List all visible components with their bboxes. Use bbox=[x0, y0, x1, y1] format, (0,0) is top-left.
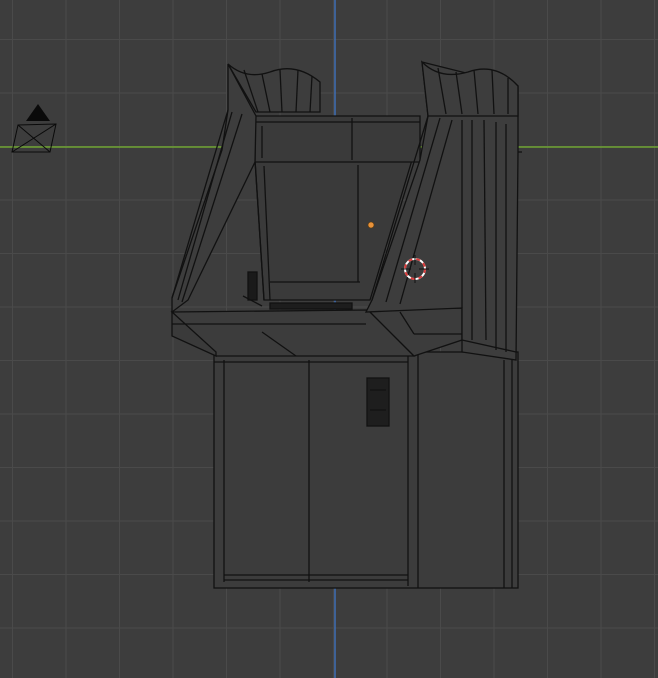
3d-viewport[interactable] bbox=[0, 0, 658, 678]
camera-icon[interactable] bbox=[11, 104, 57, 153]
arcade-cabinet-mesh[interactable] bbox=[170, 60, 522, 589]
viewport-scene bbox=[0, 0, 658, 678]
origin-dot-icon[interactable] bbox=[367, 221, 375, 229]
